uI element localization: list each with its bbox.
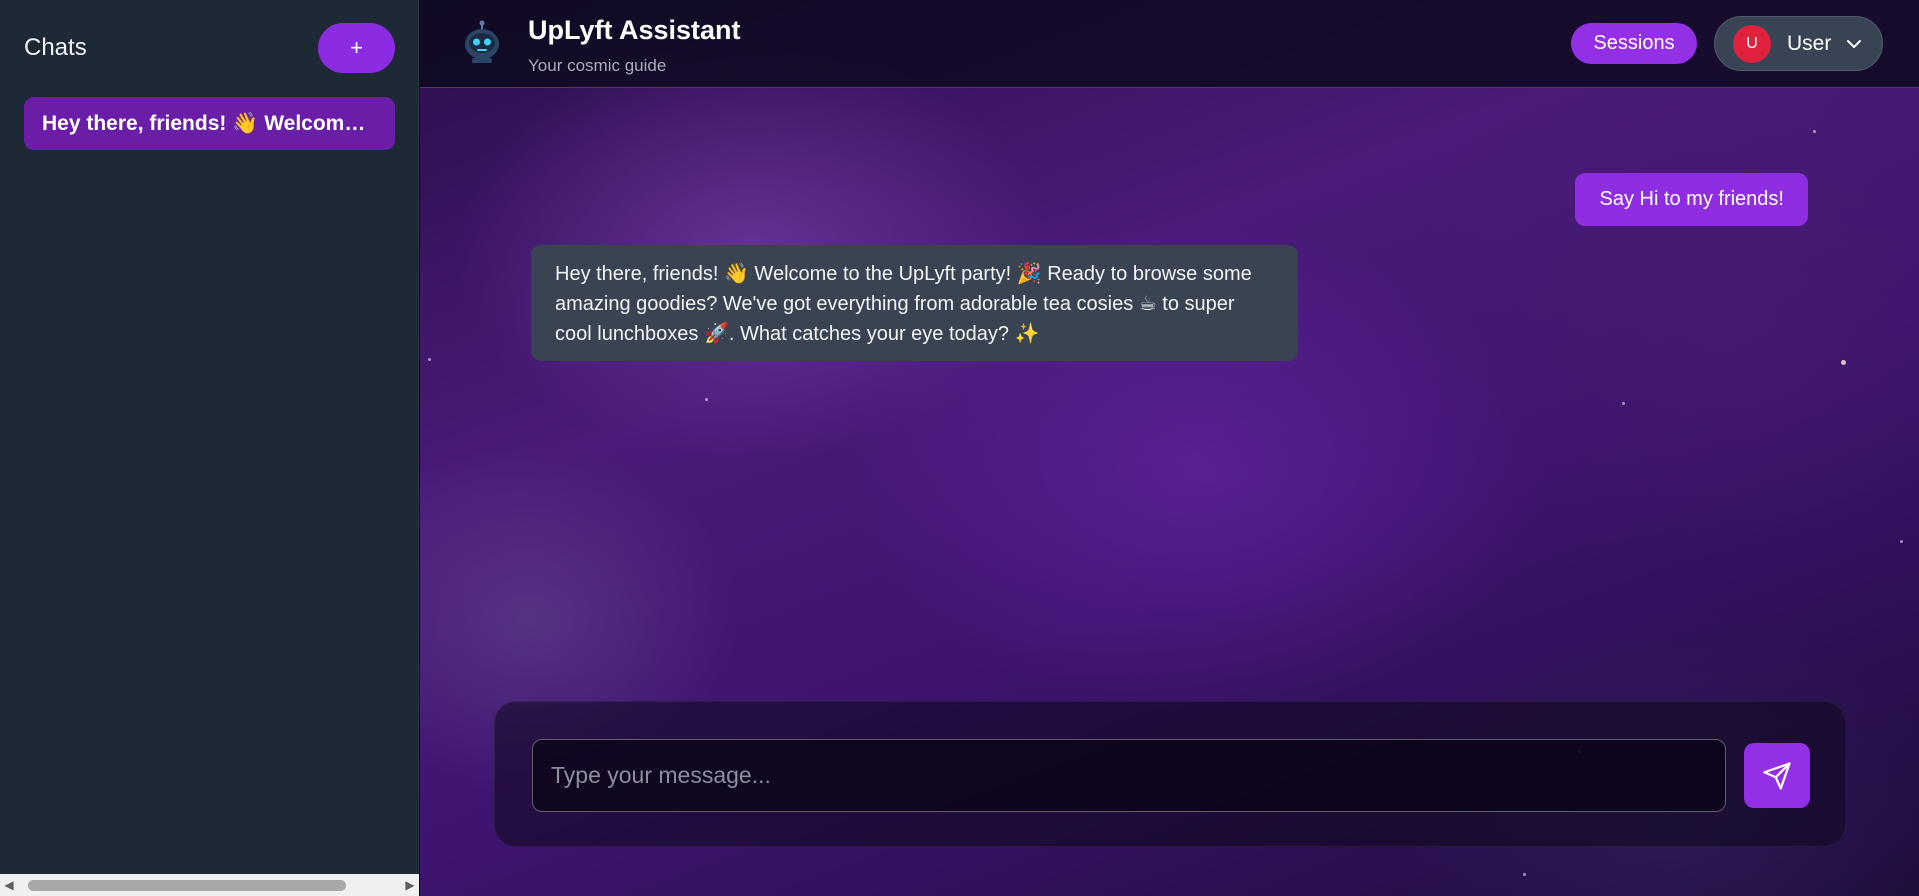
background-star	[1841, 360, 1846, 365]
chat-sidebar: Chats + Hey there, friends! 👋 Welcome to…	[0, 0, 419, 896]
assistant-message: Hey there, friends! 👋 Welcome to the UpL…	[531, 245, 1298, 361]
sidebar-title: Chats	[24, 34, 87, 61]
background-star	[1900, 540, 1903, 543]
scrollbar-thumb[interactable]	[28, 880, 346, 891]
sidebar-header: Chats +	[24, 22, 395, 74]
chevron-down-icon	[1847, 39, 1862, 48]
horizontal-scrollbar[interactable]: ◀ ▶	[0, 874, 419, 896]
scroll-left-icon[interactable]: ◀	[0, 874, 18, 896]
user-message: Say Hi to my friends!	[1575, 173, 1808, 226]
app-subtitle: Your cosmic guide	[528, 56, 667, 75]
paper-plane-icon	[1763, 761, 1791, 790]
chat-list-item[interactable]: Hey there, friends! 👋 Welcome to the UpL…	[24, 97, 395, 150]
background-star	[705, 398, 708, 401]
avatar: U	[1733, 24, 1771, 63]
chat-header: UpLyft Assistant Your cosmic guide Sessi…	[420, 0, 1919, 88]
robot-icon	[465, 20, 499, 63]
user-menu[interactable]: U User	[1714, 16, 1883, 71]
scroll-right-icon[interactable]: ▶	[401, 874, 419, 896]
new-chat-button[interactable]: +	[318, 23, 395, 73]
background-star	[1523, 873, 1526, 876]
send-button[interactable]	[1744, 743, 1810, 808]
user-message-text: Say Hi to my friends!	[1599, 188, 1784, 210]
background-star	[1622, 402, 1625, 405]
background-star	[428, 358, 431, 361]
message-composer	[494, 701, 1846, 847]
background-star	[1813, 130, 1816, 133]
chat-main: UpLyft Assistant Your cosmic guide Sessi…	[420, 0, 1919, 896]
assistant-message-text: Hey there, friends! 👋 Welcome to the UpL…	[555, 263, 1252, 345]
message-input[interactable]	[532, 739, 1726, 812]
user-name: User	[1787, 31, 1832, 55]
scrollbar-track[interactable]	[18, 874, 401, 896]
chat-list-item-label: Hey there, friends! 👋 Welcome to the UpL…	[42, 111, 377, 135]
sessions-button[interactable]: Sessions	[1571, 23, 1697, 64]
app-title: UpLyft Assistant	[528, 15, 741, 45]
